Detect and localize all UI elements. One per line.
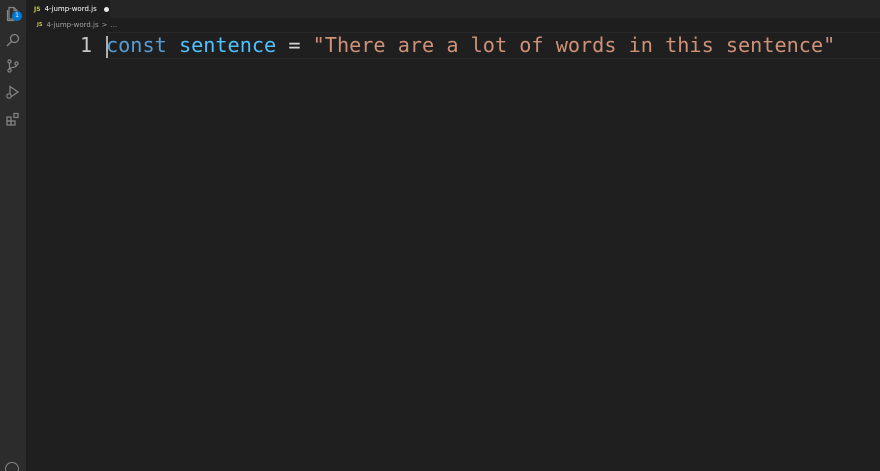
code-line[interactable]: const sentence = "There are a lot of wor… xyxy=(106,32,835,59)
string-token: "There are a lot of words in this senten… xyxy=(312,33,836,57)
tab-bar: JS 4-jump-word.js xyxy=(26,0,880,18)
breadcrumb-symbols[interactable]: ... xyxy=(111,21,118,29)
tab-4-jump-word-js[interactable]: JS 4-jump-word.js xyxy=(26,0,110,18)
variable-token: sentence xyxy=(178,33,277,57)
run-debug-icon[interactable] xyxy=(4,83,22,101)
line-number: 1 xyxy=(79,33,92,57)
breadcrumb: JS 4-jump-word.js > ... xyxy=(26,18,880,32)
breadcrumb-file[interactable]: 4-jump-word.js xyxy=(46,21,98,29)
javascript-file-icon: JS xyxy=(34,5,41,13)
source-control-icon[interactable] xyxy=(4,57,22,75)
breadcrumb-separator-icon: > xyxy=(101,21,108,29)
tab-label: 4-jump-word.js xyxy=(44,5,97,13)
explorer-badge: 1 xyxy=(12,11,22,21)
activity-bar: 1 xyxy=(0,0,26,471)
keyword-token: const xyxy=(106,33,167,57)
extensions-icon[interactable] xyxy=(4,110,22,128)
javascript-file-icon: JS xyxy=(37,22,43,28)
code-editor[interactable]: 1 const sentence = "There are a lot of w… xyxy=(26,32,880,471)
search-icon[interactable] xyxy=(4,31,22,49)
vscode-window: 1 JS 4-jump-word.js JS 4-jump-word.js > … xyxy=(0,0,880,471)
unsaved-dot-icon[interactable] xyxy=(103,6,109,12)
operator-token: = xyxy=(288,33,301,57)
account-icon[interactable] xyxy=(5,462,19,471)
